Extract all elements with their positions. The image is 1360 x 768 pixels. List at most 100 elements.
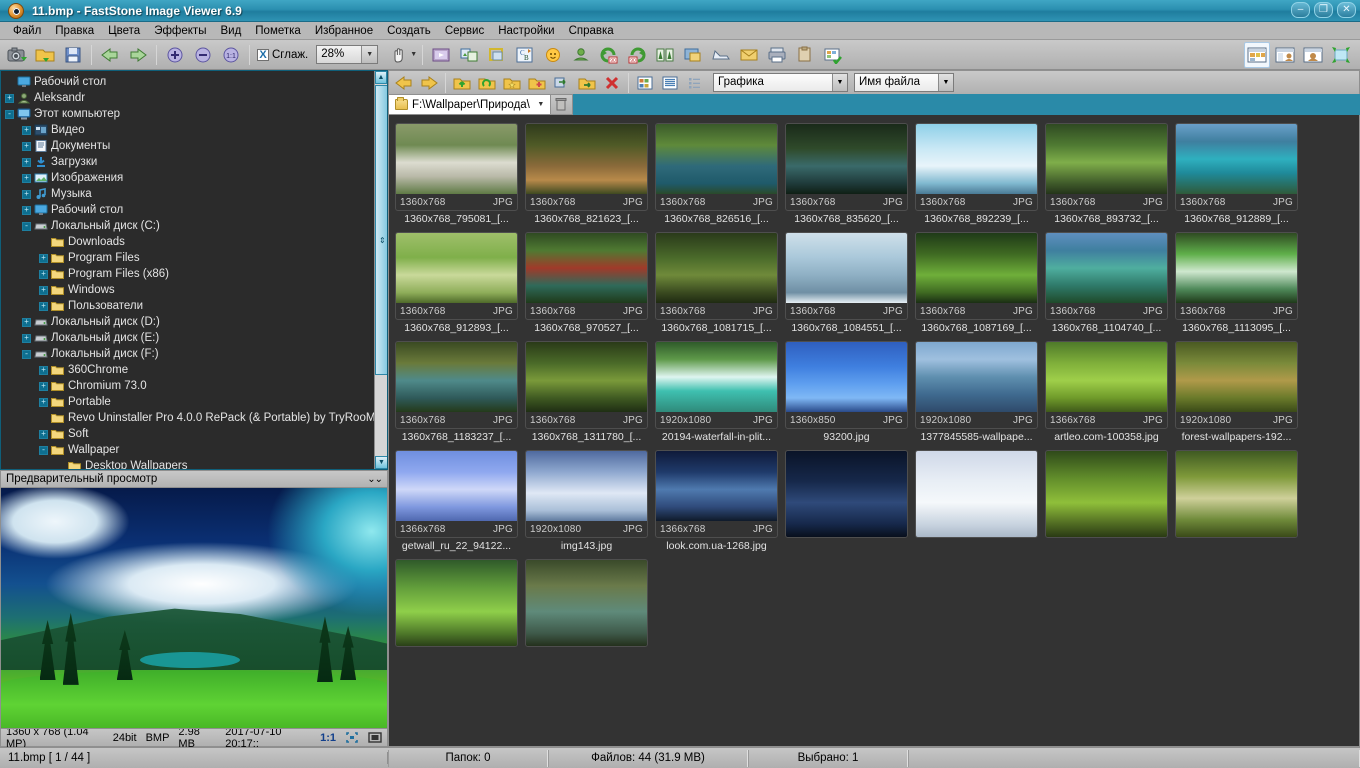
nav-up-icon[interactable] xyxy=(450,72,474,93)
tree-node-12[interactable]: +Program Files (x86) xyxy=(5,266,387,282)
tree-node-0[interactable]: Рабочий стол xyxy=(5,74,387,90)
forward-arrow-icon[interactable] xyxy=(125,42,151,68)
collapse-toggle-icon[interactable]: - xyxy=(5,110,14,119)
menu-item-help[interactable]: Справка xyxy=(562,24,621,38)
refresh-icon[interactable] xyxy=(475,72,499,93)
expand-toggle-icon[interactable]: + xyxy=(22,190,31,199)
collapse-toggle-icon[interactable]: - xyxy=(39,446,48,455)
thumbnail-box[interactable] xyxy=(525,559,648,647)
thumbnail-box[interactable]: 1360x768JPG xyxy=(655,232,778,320)
thumbnail-cell[interactable]: 1360x850JPG93200.jpg xyxy=(785,341,908,445)
chevron-double-down-icon[interactable]: ⌄⌄ xyxy=(367,474,382,485)
open-folder-icon[interactable] xyxy=(32,42,58,68)
close-button[interactable]: ✕ xyxy=(1337,2,1356,18)
tree-node-3[interactable]: +Видео xyxy=(5,122,387,138)
expand-toggle-icon[interactable]: + xyxy=(39,302,48,311)
thumbnail-box[interactable] xyxy=(1045,450,1168,538)
view-preview-icon[interactable] xyxy=(1300,42,1326,68)
thumbnail-cell[interactable]: 1360x768JPG1360x768_1113095_[... xyxy=(1175,232,1298,336)
expand-toggle-icon[interactable]: + xyxy=(39,366,48,375)
tree-node-17[interactable]: -Локальный диск (F:) xyxy=(5,346,387,362)
thumbnail-box[interactable] xyxy=(1175,450,1298,538)
tree-node-9[interactable]: -Локальный диск (C:) xyxy=(5,218,387,234)
chevron-down-icon[interactable]: ▼ xyxy=(938,74,953,91)
menu-item-create[interactable]: Создать xyxy=(380,24,438,38)
tree-node-16[interactable]: +Локальный диск (E:) xyxy=(5,330,387,346)
tree-node-1[interactable]: +Aleksandr xyxy=(5,90,387,106)
resize-icon[interactable] xyxy=(652,42,678,68)
expand-toggle-icon[interactable]: + xyxy=(39,270,48,279)
menu-item-file[interactable]: Файл xyxy=(6,24,48,38)
thumbnail-cell[interactable] xyxy=(1045,450,1168,554)
menu-item-colors[interactable]: Цвета xyxy=(101,24,147,38)
thumbnail-box[interactable] xyxy=(785,450,908,538)
favorites-icon[interactable] xyxy=(500,72,524,93)
tree-node-4[interactable]: +Документы xyxy=(5,138,387,154)
thumbnail-box[interactable]: 1366x768JPG xyxy=(655,450,778,538)
email-icon[interactable] xyxy=(736,42,762,68)
contact-sheet-icon[interactable] xyxy=(820,42,846,68)
smoothing-option[interactable]: X Сглаж. xyxy=(257,49,308,61)
tree-scroll-down-button[interactable]: ▼ xyxy=(375,456,388,469)
thumbnail-box[interactable]: 1360x768JPG xyxy=(1175,123,1298,211)
thumbnail-box[interactable]: 1360x768JPG xyxy=(655,123,778,211)
menu-item-edit[interactable]: Правка xyxy=(48,24,101,38)
thumbnail-cell[interactable]: 1360x768JPG1360x768_892239_[... xyxy=(915,123,1038,227)
thumbnail-box[interactable]: 1360x768JPG xyxy=(915,123,1038,211)
tree-node-11[interactable]: +Program Files xyxy=(5,250,387,266)
move-to-icon[interactable] xyxy=(575,72,599,93)
sort-order-combo[interactable]: Имя файла ▼ xyxy=(854,73,954,92)
clipboard-icon[interactable] xyxy=(792,42,818,68)
zoom-level-combo[interactable]: 28% ▼ xyxy=(316,45,378,64)
color-adjust-icon[interactable]: CB xyxy=(512,42,538,68)
minimize-button[interactable]: – xyxy=(1291,2,1310,18)
tree-node-20[interactable]: +Portable xyxy=(5,394,387,410)
expand-toggle-icon[interactable]: + xyxy=(22,158,31,167)
tree-node-18[interactable]: +360Chrome xyxy=(5,362,387,378)
view-details-icon[interactable] xyxy=(658,72,682,93)
save-icon[interactable] xyxy=(60,42,86,68)
wallpaper-icon[interactable] xyxy=(680,42,706,68)
tree-scroll-thumb[interactable]: ⇕ xyxy=(375,85,388,375)
thumbnail-box[interactable]: 1920x1080JPG xyxy=(1175,341,1298,429)
thumbnail-cell[interactable]: 1366x768JPGgetwall_ru_22_94122... xyxy=(395,450,518,554)
rotate-right-icon[interactable]: 90 xyxy=(624,42,650,68)
thumbnail-cell[interactable]: 1360x768JPG1360x768_1183237_[... xyxy=(395,341,518,445)
preview-image-panel[interactable] xyxy=(0,487,388,729)
thumbnail-box[interactable]: 1920x1080JPG xyxy=(915,341,1038,429)
expand-toggle-icon[interactable]: + xyxy=(22,334,31,343)
thumbnail-cell[interactable]: 1360x768JPG1360x768_1311780_[... xyxy=(525,341,648,445)
thumbnail-cell[interactable]: 1360x768JPG1360x768_1081715_[... xyxy=(655,232,778,336)
tree-scroll-up-button[interactable]: ▲ xyxy=(375,71,387,84)
tree-node-21[interactable]: Revo Uninstaller Pro 4.0.0 RePack (& Por… xyxy=(5,410,387,426)
thumbnail-cell[interactable]: 1360x768JPG1360x768_835620_[... xyxy=(785,123,908,227)
thumbnail-box[interactable]: 1360x768JPG xyxy=(395,123,518,211)
thumbnail-box[interactable]: 1366x768JPG xyxy=(395,450,518,538)
menu-item-tag[interactable]: Пометка xyxy=(248,24,308,38)
thumbnail-cell[interactable]: 1920x1080JPGimg143.jpg xyxy=(525,450,648,554)
folder-tree[interactable]: Рабочий стол+Aleksandr-Этот компьютер+Ви… xyxy=(1,71,387,469)
thumbnail-box[interactable]: 1360x768JPG xyxy=(1175,232,1298,320)
fit-window-icon[interactable] xyxy=(345,731,359,744)
thumbnail-cell[interactable]: 1360x768JPG1360x768_912893_[... xyxy=(395,232,518,336)
view-small-icons-icon[interactable] xyxy=(683,72,707,93)
thumbnail-box[interactable]: 1920x1080JPG xyxy=(525,450,648,538)
thumbnail-cell[interactable] xyxy=(525,559,648,663)
thumbnail-box[interactable]: 1360x850JPG xyxy=(785,341,908,429)
thumbnail-box[interactable]: 1366x768JPG xyxy=(1045,341,1168,429)
thumbnail-box[interactable]: 1360x768JPG xyxy=(1045,232,1168,320)
collapse-toggle-icon[interactable]: - xyxy=(22,350,31,359)
tree-node-19[interactable]: +Chromium 73.0 xyxy=(5,378,387,394)
nav-back-icon[interactable] xyxy=(392,72,416,93)
thumbnail-box[interactable]: 1360x768JPG xyxy=(525,341,648,429)
menu-item-tools[interactable]: Сервис xyxy=(438,24,491,38)
fullscreen-icon[interactable] xyxy=(1328,42,1354,68)
tree-node-10[interactable]: Downloads xyxy=(5,234,387,250)
tree-node-2[interactable]: -Этот компьютер xyxy=(5,106,387,122)
thumbnail-cell[interactable]: 1360x768JPG1360x768_1084551_[... xyxy=(785,232,908,336)
thumbnail-box[interactable]: 1360x768JPG xyxy=(1045,123,1168,211)
preview-panel-header[interactable]: Предварительный просмотр ⌄⌄ xyxy=(0,470,388,487)
screen-capture-icon[interactable] xyxy=(4,42,30,68)
expand-toggle-icon[interactable]: + xyxy=(22,206,31,215)
scanner-icon[interactable] xyxy=(708,42,734,68)
